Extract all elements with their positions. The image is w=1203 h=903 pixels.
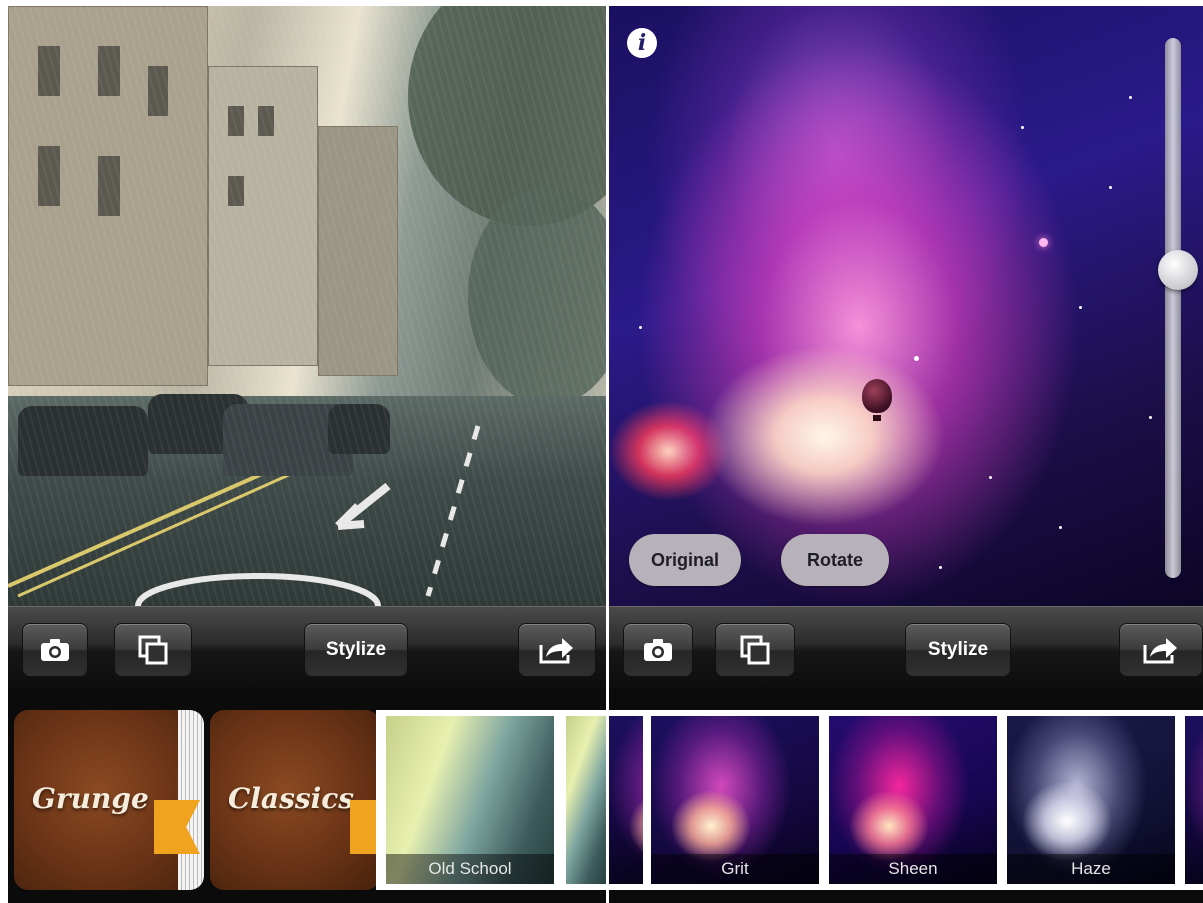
filter-strip[interactable]: Grit Sheen Haze <box>609 688 1203 903</box>
duplicate-button[interactable] <box>715 623 795 677</box>
share-icon <box>1143 638 1177 664</box>
intensity-slider[interactable] <box>1165 38 1181 578</box>
stylize-button[interactable]: Stylize <box>304 623 408 677</box>
toolbar: Stylize <box>609 606 1203 688</box>
filter-thumb-haze[interactable]: Haze <box>1007 716 1175 884</box>
filter-thumb-sheen[interactable]: Sheen <box>829 716 997 884</box>
balloon <box>862 379 892 413</box>
filter-tray: Old School <box>376 710 606 890</box>
left-screen: Stylize Grunge Classics Old School <box>0 0 606 903</box>
stylize-button[interactable]: Stylize <box>905 623 1011 677</box>
toolbar: Stylize <box>8 606 606 688</box>
duplicate-icon <box>138 635 168 665</box>
photo-canvas[interactable] <box>8 6 606 606</box>
share-button[interactable] <box>1119 623 1203 677</box>
camera-icon <box>41 639 69 661</box>
filter-label: Haze <box>1007 854 1175 884</box>
original-button[interactable]: Original <box>629 534 741 586</box>
camera-icon <box>644 639 672 661</box>
filter-thumb-next[interactable] <box>1185 716 1203 884</box>
rotate-button[interactable]: Rotate <box>781 534 889 586</box>
filter-thumb-grit[interactable]: Grit <box>651 716 819 884</box>
filter-label: Sheen <box>829 854 997 884</box>
filter-label: Old School <box>386 854 554 884</box>
duplicate-button[interactable] <box>114 623 192 677</box>
camera-button[interactable] <box>623 623 693 677</box>
filter-strip[interactable]: Grunge Classics Old School <box>8 688 606 903</box>
filter-thumb-old-school[interactable]: Old School <box>386 716 554 884</box>
share-button[interactable] <box>518 623 596 677</box>
info-icon[interactable]: i <box>627 28 657 58</box>
filter-thumb-next[interactable] <box>566 716 606 884</box>
filter-label: Grit <box>651 854 819 884</box>
category-grunge[interactable]: Grunge <box>14 710 204 890</box>
filter-tray: Grit Sheen Haze <box>609 710 1203 890</box>
category-classics[interactable]: Classics <box>210 710 380 890</box>
slider-thumb[interactable] <box>1158 250 1198 291</box>
duplicate-icon <box>740 635 770 665</box>
camera-button[interactable] <box>22 623 88 677</box>
category-label: Grunge <box>32 782 149 815</box>
photo-canvas[interactable]: i Original Rotate <box>609 6 1203 606</box>
category-label: Classics <box>228 782 355 815</box>
right-screen: i Original Rotate Stylize Grit Sheen Haz… <box>609 0 1203 903</box>
share-icon <box>539 638 573 664</box>
filter-thumb-prev[interactable] <box>609 716 643 884</box>
